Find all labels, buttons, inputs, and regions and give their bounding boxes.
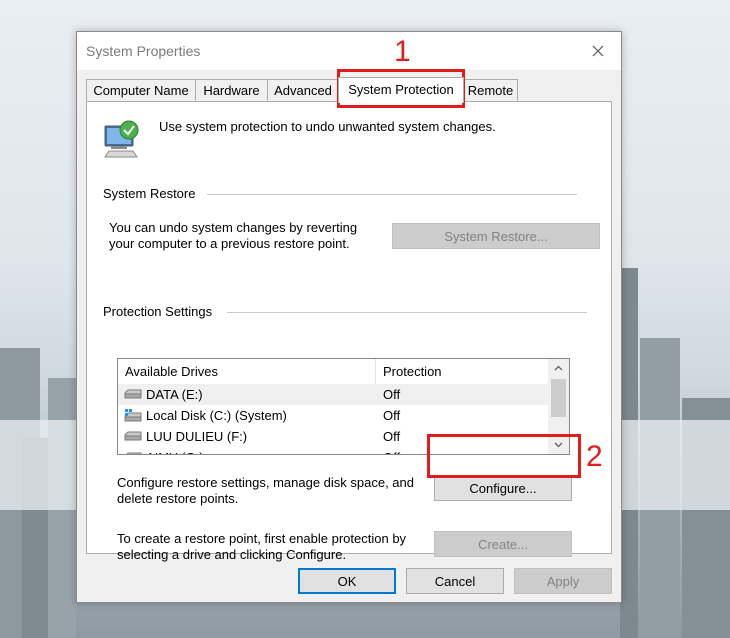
cancel-button[interactable]: Cancel bbox=[406, 568, 504, 594]
ok-button[interactable]: OK bbox=[298, 568, 396, 594]
configure-button[interactable]: Configure... bbox=[434, 475, 572, 501]
drive-icon bbox=[126, 452, 142, 454]
drive-name: AIMY (G:) bbox=[146, 447, 204, 454]
drive-protection: Off bbox=[383, 447, 400, 454]
apply-button[interactable]: Apply bbox=[514, 568, 612, 594]
title-bar: System Properties bbox=[77, 32, 621, 70]
drive-icon bbox=[124, 389, 142, 399]
drive-name: LUU DULIEU (F:) bbox=[146, 429, 248, 444]
system-protection-panel: Use system protection to undo unwanted s… bbox=[86, 101, 612, 562]
configure-description-2: delete restore points. bbox=[117, 491, 239, 506]
drive-name: Local Disk (C:) (System) bbox=[146, 408, 287, 423]
tab-computer-name[interactable]: Computer Name bbox=[86, 79, 196, 101]
drive-protection: Off bbox=[383, 387, 401, 402]
system-restore-button[interactable]: System Restore... bbox=[392, 223, 600, 249]
drives-list-header: Available Drives Protection bbox=[118, 359, 548, 384]
close-icon bbox=[592, 45, 604, 57]
system-drive-icon bbox=[124, 409, 142, 422]
system-restore-description-2: your computer to a previous restore poin… bbox=[109, 236, 350, 251]
close-button[interactable] bbox=[575, 32, 621, 70]
drive-icon bbox=[124, 431, 142, 441]
drive-protection: Off bbox=[383, 408, 401, 423]
configure-description-1: Configure restore settings, manage disk … bbox=[117, 475, 415, 490]
tab-hardware[interactable]: Hardware bbox=[195, 79, 268, 101]
window-title: System Properties bbox=[86, 43, 201, 59]
annotation-box-configure-button bbox=[427, 434, 581, 478]
drive-protection: Off bbox=[383, 429, 401, 444]
create-button[interactable]: Create... bbox=[434, 531, 572, 557]
annotation-number-1: 1 bbox=[394, 35, 411, 68]
create-description-2: selecting a drive and clicking Configure… bbox=[117, 547, 347, 562]
system-restore-heading: System Restore bbox=[103, 186, 196, 201]
system-protection-icon bbox=[104, 120, 139, 158]
scroll-up-button[interactable] bbox=[548, 359, 569, 376]
column-header-available-drives[interactable]: Available Drives bbox=[118, 359, 376, 384]
tab-remote[interactable]: Remote bbox=[463, 79, 518, 101]
tab-advanced[interactable]: Advanced bbox=[267, 79, 339, 101]
tab-system-protection[interactable]: System Protection bbox=[338, 77, 464, 103]
drive-name: DATA (E:) bbox=[146, 387, 203, 402]
divider bbox=[207, 194, 577, 195]
protection-settings-heading: Protection Settings bbox=[103, 304, 213, 319]
system-restore-description-1: You can undo system changes by reverting bbox=[109, 220, 358, 235]
divider bbox=[227, 312, 587, 313]
system-properties-window: System Properties Computer Name Hardware… bbox=[76, 31, 622, 603]
drive-row[interactable]: DATA (E:) Off bbox=[118, 384, 548, 405]
annotation-number-2: 2 bbox=[586, 440, 603, 473]
intro-text: Use system protection to undo unwanted s… bbox=[159, 119, 496, 134]
chevron-up-icon bbox=[554, 365, 563, 370]
create-description-1: To create a restore point, first enable … bbox=[117, 531, 407, 546]
column-header-protection[interactable]: Protection bbox=[376, 359, 548, 384]
scrollbar-thumb[interactable] bbox=[551, 379, 566, 417]
drive-row[interactable]: Local Disk (C:) (System) Off bbox=[118, 405, 548, 426]
